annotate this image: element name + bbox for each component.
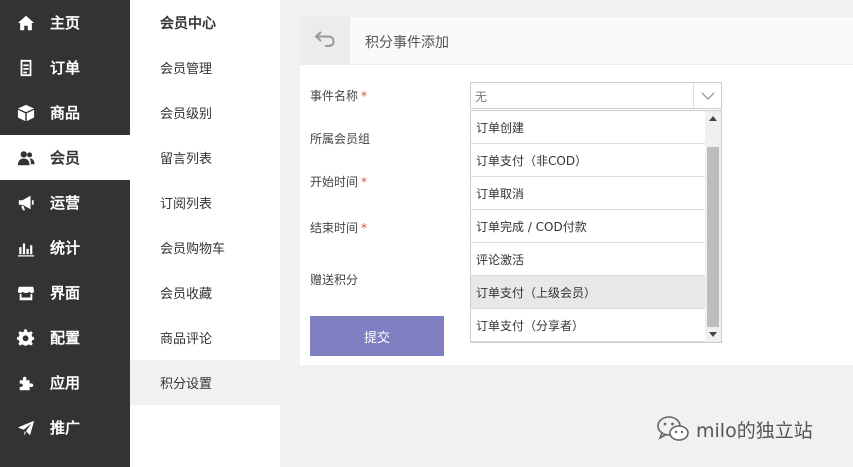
subnav-item-member-cart[interactable]: 会员购物车 — [130, 225, 280, 270]
nav-item-label: 统计 — [50, 239, 81, 257]
storefront-icon — [16, 283, 36, 303]
scroll-up-icon[interactable] — [709, 116, 717, 121]
dropdown-option[interactable]: 订单支付（上级会员） — [471, 276, 705, 309]
nav-item-operations[interactable]: 运营 — [0, 180, 130, 225]
label-text: 赠送积分 — [310, 273, 359, 287]
subnav-item-member-levels[interactable]: 会员级别 — [130, 90, 280, 135]
nav-item-interface[interactable]: 界面 — [0, 270, 130, 315]
nav-item-apps[interactable]: 应用 — [0, 360, 130, 405]
nav-item-members[interactable]: 会员 — [0, 135, 130, 180]
nav-item-label: 会员 — [50, 149, 81, 167]
nav-item-label: 主页 — [50, 14, 81, 32]
dropdown-scrollbar[interactable] — [705, 111, 721, 342]
primary-sidebar: 主页 订单 商品 会员 运营 统计 界面 配置 应用 推广 — [0, 0, 130, 467]
watermark: milo的独立站 — [656, 415, 813, 443]
dropdown-option[interactable]: 订单完成 / COD付款 — [471, 210, 705, 243]
puzzle-icon — [16, 373, 36, 393]
nav-item-label: 界面 — [50, 284, 81, 302]
scrollbar-thumb[interactable] — [707, 147, 719, 327]
subnav-item-product-reviews[interactable]: 商品评论 — [130, 315, 280, 360]
nav-item-orders[interactable]: 订单 — [0, 45, 130, 90]
event-name-select[interactable]: 无 — [470, 82, 722, 109]
member-group-label: 所属会员组 — [310, 130, 370, 147]
points-label: 赠送积分 — [310, 271, 358, 288]
dropdown-option[interactable]: 订单支付（分享者） — [471, 309, 705, 342]
panel-header: 积分事件添加 — [300, 17, 853, 65]
page-title: 积分事件添加 — [365, 35, 449, 51]
nav-item-home[interactable]: 主页 — [0, 0, 130, 45]
dropdown-option[interactable]: 订单支付（非COD） — [471, 144, 705, 177]
subnav-item-subscriptions[interactable]: 订阅列表 — [130, 180, 280, 225]
label-text: 开始时间 — [310, 175, 359, 189]
end-time-label: 结束时间 * — [310, 219, 367, 236]
required-mark: * — [361, 221, 368, 235]
dropdown-option[interactable]: 订单创建 — [471, 111, 705, 144]
back-arrow-icon — [314, 30, 336, 52]
back-button[interactable] — [300, 17, 350, 65]
label-text: 所属会员组 — [310, 132, 371, 146]
start-time-label: 开始时间 * — [310, 173, 367, 190]
nav-item-label: 应用 — [50, 374, 81, 392]
wechat-icon — [656, 415, 690, 443]
label-text: 事件名称 — [310, 89, 359, 103]
subnav-item-member-management[interactable]: 会员管理 — [130, 45, 280, 90]
nav-item-label: 运营 — [50, 194, 81, 212]
label-text: 结束时间 — [310, 221, 359, 235]
nav-item-label: 商品 — [50, 104, 81, 122]
box-icon — [16, 103, 36, 123]
gear-icon — [16, 328, 36, 348]
order-document-icon — [16, 58, 36, 78]
nav-item-label: 配置 — [50, 329, 81, 347]
submit-button[interactable]: 提交 — [310, 316, 444, 356]
secondary-sidebar: 会员中心 会员管理 会员级别 留言列表 订阅列表 会员购物车 会员收藏 商品评论… — [130, 0, 280, 467]
home-icon — [16, 13, 36, 33]
watermark-text: milo的独立站 — [696, 419, 813, 442]
nav-item-products[interactable]: 商品 — [0, 90, 130, 135]
required-mark: * — [361, 89, 368, 103]
chevron-down-icon — [693, 83, 721, 108]
nav-item-promotion[interactable]: 推广 — [0, 405, 130, 450]
event-name-label: 事件名称 * — [310, 87, 367, 104]
subnav-title: 会员中心 — [160, 16, 216, 32]
nav-item-settings[interactable]: 配置 — [0, 315, 130, 360]
subnav-item-messages[interactable]: 留言列表 — [130, 135, 280, 180]
dropdown-option[interactable]: 订单取消 — [471, 177, 705, 210]
megaphone-icon — [16, 193, 36, 213]
dropdown-option[interactable]: 评论激活 — [471, 243, 705, 276]
required-mark: * — [361, 175, 368, 189]
select-value: 无 — [475, 90, 488, 104]
nav-item-label: 推广 — [50, 419, 81, 437]
bar-chart-icon — [16, 238, 36, 258]
nav-item-statistics[interactable]: 统计 — [0, 225, 130, 270]
nav-item-label: 订单 — [50, 59, 81, 77]
paper-plane-icon — [16, 418, 36, 438]
subnav-item-member-favorites[interactable]: 会员收藏 — [130, 270, 280, 315]
users-icon — [16, 148, 36, 168]
scroll-down-icon[interactable] — [709, 332, 717, 337]
subnav-item-points-settings[interactable]: 积分设置 — [130, 360, 280, 405]
event-dropdown-list: 订单创建 订单支付（非COD） 订单取消 订单完成 / COD付款 评论激活 订… — [470, 110, 722, 343]
